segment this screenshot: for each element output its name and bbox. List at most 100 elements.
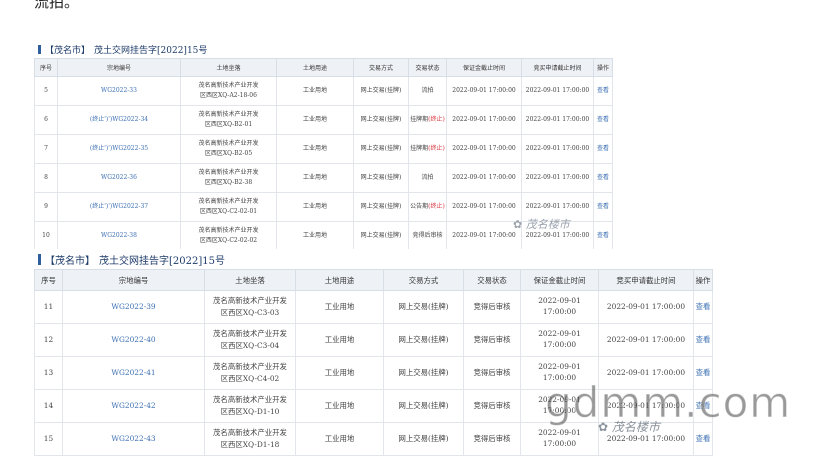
cell-method: 网上交易(挂牌) — [353, 221, 409, 251]
cell-location: 茂名高新技术产业开发 区西区XQ-B2-01 — [180, 105, 277, 135]
cell-use: 工业用地 — [276, 163, 354, 193]
col-method: 交易方式 — [353, 58, 409, 77]
cell-deposit: 2022-09-01 17:00:00 — [446, 192, 522, 222]
location-line-2: 区西区XQ-D1-10 — [220, 407, 280, 416]
cell-status: 挂牌期(终止) — [408, 134, 447, 164]
view-link[interactable]: 查看 — [693, 422, 713, 456]
parcel-code-link[interactable]: WG2022-41 — [62, 356, 205, 390]
panel-accent-bar — [38, 44, 41, 54]
cell-no: 6 — [34, 105, 58, 135]
cell-location: 茂名高新技术产业开发 区西区XQ-C2-02-01 — [180, 192, 277, 222]
wechat-watermark: ✿ 茂名楼市 — [513, 218, 570, 231]
cell-no: 11 — [34, 290, 63, 324]
col-status: 交易状态 — [408, 58, 447, 77]
location-line-1: 茂名高新技术产业开发 — [213, 329, 287, 339]
cell-use: 工业用地 — [295, 389, 384, 423]
site-logo-watermark: gdmm.com — [544, 378, 792, 428]
cell-apply: 2022-09-01 17:00:00 — [521, 105, 594, 135]
cell-no: 5 — [34, 76, 58, 106]
location-line-2: 区西区XQ-B2-01 — [204, 121, 253, 128]
panel-title: 茂土交网挂告字[2022]15号 — [99, 255, 225, 267]
table-row: 12 WG2022-40 茂名高新技术产业开发 区西区XQ-C3-04 工业用地 … — [34, 323, 713, 357]
cell-use: 工业用地 — [276, 105, 354, 135]
status-note: (终止) — [428, 144, 445, 152]
col-location: 土地坐落 — [180, 58, 277, 77]
col-code: 宗地编号 — [57, 58, 181, 77]
cell-deposit: 2022-09-01 17:00:00 — [446, 76, 522, 106]
parcel-code-link[interactable]: (终止')')WG2022-35 — [57, 134, 181, 164]
cell-method: 网上交易(挂牌) — [353, 163, 409, 193]
parcel-code-link[interactable]: WG2022-36 — [57, 163, 181, 193]
panel-title: 茂土交网挂告字[2022]15号 — [94, 45, 208, 56]
col-code: 宗地编号 — [62, 269, 205, 291]
col-status: 交易状态 — [463, 269, 521, 291]
status-text: 竞得后审核 — [412, 231, 443, 239]
col-apply-deadline: 竞买申请截止时间 — [521, 58, 594, 77]
cell-method: 网上交易(挂牌) — [383, 356, 464, 390]
view-link[interactable]: 查看 — [593, 105, 613, 135]
cell-status: 竞得后审核 — [463, 356, 521, 390]
col-use: 土地用途 — [295, 269, 384, 291]
cell-use: 工业用地 — [276, 134, 354, 164]
view-link[interactable]: 查看 — [593, 192, 613, 222]
table-row: 7 (终止')')WG2022-35 茂名高新技术产业开发 区西区XQ-B2-05… — [34, 134, 613, 164]
panel-header: 【茂名市】 茂土交网挂告字[2022]15号 — [34, 249, 712, 269]
cell-no: 9 — [34, 192, 58, 222]
view-link[interactable]: 查看 — [593, 163, 613, 193]
cell-deposit: 2022-09-01 17:00:00 — [446, 163, 522, 193]
table-row: 8 WG2022-36 茂名高新技术产业开发 区西区XQ-B2-38 工业用地 网… — [34, 163, 613, 193]
location-line-2: 区西区XQ-C3-04 — [220, 341, 280, 350]
cell-use: 工业用地 — [295, 290, 384, 324]
parcel-code-link[interactable]: WG2022-38 — [57, 221, 181, 251]
cell-use: 工业用地 — [276, 192, 354, 222]
status-note: (终止) — [428, 202, 445, 210]
cell-method: 网上交易(挂牌) — [353, 192, 409, 222]
parcel-code-link[interactable]: WG2022-43 — [62, 422, 205, 456]
cell-status: 竞得后审核 — [463, 290, 521, 324]
cell-no: 13 — [34, 356, 63, 390]
cell-no: 12 — [34, 323, 63, 357]
cell-location: 茂名高新技术产业开发 区西区XQ-C2-02-02 — [180, 221, 277, 251]
parcel-code-link[interactable]: (终止')')WG2022-37 — [57, 192, 181, 222]
cell-apply: 2022-09-01 17:00:00 — [521, 76, 594, 106]
parcel-code-link[interactable]: (终止')')WG2022-34 — [57, 105, 181, 135]
cell-deposit: 2022-09-01 17:00:00 — [520, 323, 599, 357]
location-line-1: 茂名高新技术产业开发 — [213, 428, 287, 438]
location-line-1: 茂名高新技术产业开发 — [213, 362, 287, 372]
view-link[interactable]: 查看 — [693, 323, 713, 357]
view-link[interactable]: 查看 — [593, 76, 613, 106]
cell-location: 茂名高新技术产业开发 区西区XQ-C3-03 — [204, 290, 296, 324]
col-no: 序号 — [34, 269, 63, 291]
cell-location: 茂名高新技术产业开发 区西区XQ-C3-04 — [204, 323, 296, 357]
parcel-code-link[interactable]: WG2022-42 — [62, 389, 205, 423]
cell-status: 挂牌期(终止) — [408, 105, 447, 135]
view-link[interactable]: 查看 — [593, 134, 613, 164]
parcel-code-link[interactable]: WG2022-33 — [57, 76, 181, 106]
cell-deposit: 2022-09-01 17:00:00 — [446, 105, 522, 135]
location-line-2: 区西区XQ-A2-18-06 — [200, 92, 257, 99]
cell-apply: 2022-09-01 17:00:00 — [521, 134, 594, 164]
parcel-code-link[interactable]: WG2022-39 — [62, 290, 205, 324]
cell-location: 茂名高新技术产业开发 区西区XQ-D1-10 — [204, 389, 296, 423]
cell-method: 网上交易(挂牌) — [353, 105, 409, 135]
cell-location: 茂名高新技术产业开发 区西区XQ-C4-02 — [204, 356, 296, 390]
panel-accent-bar — [38, 253, 41, 265]
location-line-1: 茂名高新技术产业开发 — [198, 140, 259, 148]
parcel-code-link[interactable]: WG2022-40 — [62, 323, 205, 357]
col-no: 序号 — [34, 58, 58, 77]
cell-method: 网上交易(挂牌) — [383, 290, 464, 324]
cell-no: 10 — [34, 221, 58, 251]
view-link[interactable]: 查看 — [693, 290, 713, 324]
cell-deposit: 2022-09-01 17:00:00 — [520, 422, 599, 456]
cell-status: 流拍 — [408, 76, 447, 106]
cell-deposit: 2022-09-01 17:00:00 — [446, 134, 522, 164]
cell-deposit: 2022-09-01 17:00:00 — [446, 221, 522, 251]
cell-apply: 2022-09-01 17:00:00 — [521, 163, 594, 193]
location-line-1: 茂名高新技术产业开发 — [213, 395, 287, 405]
location-line-1: 茂名高新技术产业开发 — [198, 82, 259, 90]
col-use: 土地用途 — [276, 58, 354, 77]
table-header-row: 序号 宗地编号 土地坐落 土地用途 交易方式 交易状态 保证金截止时间 竞买申请… — [34, 58, 613, 77]
view-link[interactable]: 查看 — [593, 221, 613, 251]
cell-apply: 2022-09-01 17:00:00 — [598, 290, 694, 324]
cell-use: 工业用地 — [295, 422, 384, 456]
